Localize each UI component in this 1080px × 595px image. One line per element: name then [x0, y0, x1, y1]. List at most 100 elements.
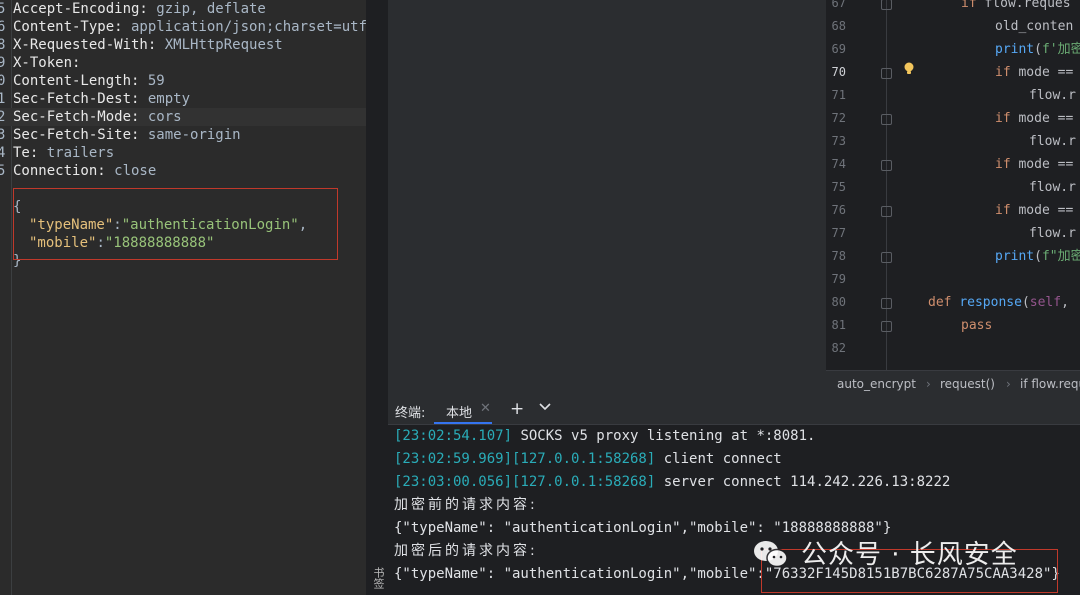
- terminal-line: [23:03:00.056][127.0.0.1:58268] server c…: [394, 471, 950, 493]
- header-value: gzip, deflate: [147, 1, 266, 17]
- code-text: old_conten: [995, 19, 1074, 34]
- fold-marker-icon[interactable]: [881, 0, 892, 10]
- line-number: 77: [831, 226, 846, 240]
- code-line[interactable]: 76 if mode ==: [826, 199, 1080, 222]
- line-number: 0: [0, 73, 6, 89]
- terminal-line: [23:02:59.969][127.0.0.1:58268] client c…: [394, 448, 782, 470]
- code-text: pass: [961, 318, 993, 333]
- header-key: Accept-Encoding:: [13, 1, 148, 17]
- terminal-line: 加密前的请求内容:: [394, 494, 538, 516]
- header-value: cors: [139, 109, 182, 125]
- code-line[interactable]: 82: [826, 337, 1080, 360]
- fold-marker-icon[interactable]: [881, 321, 892, 332]
- fold-marker-icon[interactable]: [881, 206, 892, 217]
- line-number: 2: [0, 109, 6, 125]
- fold-marker-icon[interactable]: [881, 68, 892, 79]
- code-line[interactable]: 78 print(f"加密: [826, 245, 1080, 268]
- line-number: 5: [0, 163, 6, 179]
- chevron-down-icon[interactable]: [538, 400, 552, 414]
- add-tab-button[interactable]: +: [510, 399, 524, 419]
- code-line[interactable]: 80 def response(self,: [826, 291, 1080, 314]
- breadcrumb-item[interactable]: request(): [940, 377, 995, 391]
- header-key: Sec-Fetch-Mode:: [13, 109, 140, 125]
- close-icon[interactable]: ✕: [480, 401, 491, 416]
- panel-divider: [366, 0, 388, 595]
- fold-marker-icon[interactable]: [881, 114, 892, 125]
- bookmarks-side-tab[interactable]: 书签: [368, 560, 386, 595]
- breadcrumb-item[interactable]: auto_encrypt: [837, 377, 916, 391]
- line-number: 73: [831, 134, 846, 148]
- timestamp: [23:02:59.969][127.0.0.1:58268]: [394, 451, 656, 467]
- code-line[interactable]: 73 flow.r: [826, 130, 1080, 153]
- code-line[interactable]: 72 if mode ==: [826, 107, 1080, 130]
- code-text: flow.r: [1029, 88, 1076, 103]
- header-key: Sec-Fetch-Dest:: [13, 91, 140, 107]
- code-text: if mode ==: [995, 157, 1074, 172]
- line-number: 76: [831, 203, 846, 217]
- code-line[interactable]: 75 flow.r: [826, 176, 1080, 199]
- code-text: def response(self,: [928, 295, 1069, 310]
- header-key: Content-Length:: [13, 73, 140, 89]
- chevron-right-icon: ›: [926, 377, 931, 391]
- header-value: empty: [139, 91, 191, 107]
- header-value: close: [105, 163, 157, 179]
- timestamp: [23:03:00.056][127.0.0.1:58268]: [394, 474, 656, 490]
- line-number: 75: [831, 180, 846, 194]
- line-number: 80: [831, 295, 846, 309]
- line-number: 79: [831, 272, 846, 286]
- header-key: Te:: [13, 145, 39, 161]
- header-key: Content-Type:: [13, 19, 123, 35]
- code-line[interactable]: 79: [826, 268, 1080, 291]
- code-line[interactable]: 69 print(f'加密: [826, 38, 1080, 61]
- terminal-text: server connect 114.242.226.13:8222: [655, 474, 951, 490]
- breadcrumb-item[interactable]: if flow.requ: [1020, 377, 1080, 391]
- header-value: application/json;charset=utf: [122, 19, 366, 35]
- line-number: 3: [0, 127, 6, 143]
- code-text: if mode ==: [995, 203, 1074, 218]
- code-editor[interactable]: 67 if flow.reques 68 old_conten 69 print(f'加密…: [826, 0, 1080, 370]
- code-text: flow.r: [1029, 134, 1076, 149]
- fold-marker-icon[interactable]: [881, 160, 892, 171]
- line-number: 72: [831, 111, 846, 125]
- terminal-title: 终端:: [395, 406, 426, 421]
- code-line[interactable]: 81 pass: [826, 314, 1080, 337]
- line-number: 69: [831, 42, 846, 56]
- line-number: 81: [831, 318, 846, 332]
- line-number: 67: [831, 0, 846, 10]
- code-line[interactable]: 68 old_conten: [826, 15, 1080, 38]
- lightbulb-icon[interactable]: [903, 62, 915, 75]
- fold-marker-icon[interactable]: [881, 252, 892, 263]
- tab-label: 本地: [446, 406, 473, 421]
- terminal-header: 终端: 本地 ✕ +: [388, 396, 1080, 425]
- terminal-line: 加密后的请求内容:: [394, 540, 538, 562]
- code-text: print(f"加密: [995, 249, 1080, 264]
- line-number: 71: [831, 88, 846, 102]
- code-text: if mode ==: [995, 65, 1074, 80]
- watermark-text: 公众号 · 长风安全: [801, 540, 1018, 570]
- line-number: 68: [831, 19, 846, 33]
- tab-local[interactable]: 本地 ✕: [434, 396, 492, 424]
- terminal-text: 加密前的请求内容:: [394, 497, 538, 513]
- request-panel: 5 Accept-Encoding: gzip, deflate 6 Content-…: [0, 0, 366, 595]
- editor-empty-area: [388, 0, 826, 396]
- code-line[interactable]: 74 if mode ==: [826, 153, 1080, 176]
- header-value: XMLHttpRequest: [156, 37, 283, 53]
- code-line[interactable]: 70 if mode ==: [826, 61, 1080, 84]
- code-line[interactable]: 77 flow.r: [826, 222, 1080, 245]
- code-text: if flow.reques: [961, 0, 1071, 11]
- breadcrumb: auto_encrypt › request() › if flow.requ: [826, 370, 1080, 397]
- header-key: X-Token:: [13, 55, 81, 71]
- fold-marker-icon[interactable]: [881, 298, 892, 309]
- line-number: 8: [0, 37, 6, 53]
- code-line[interactable]: 71 flow.r: [826, 84, 1080, 107]
- header-value: 59: [139, 73, 165, 89]
- code-text: if mode ==: [995, 111, 1074, 126]
- header-key: Sec-Fetch-Site:: [13, 127, 140, 143]
- code-text: flow.r: [1029, 226, 1076, 241]
- header-key: Connection:: [13, 163, 106, 179]
- highlight-box: [13, 188, 338, 260]
- line-number: 78: [831, 249, 846, 263]
- code-line[interactable]: 67 if flow.reques: [826, 0, 1080, 15]
- line-number: 9: [0, 55, 6, 71]
- line-number: 70: [831, 65, 846, 79]
